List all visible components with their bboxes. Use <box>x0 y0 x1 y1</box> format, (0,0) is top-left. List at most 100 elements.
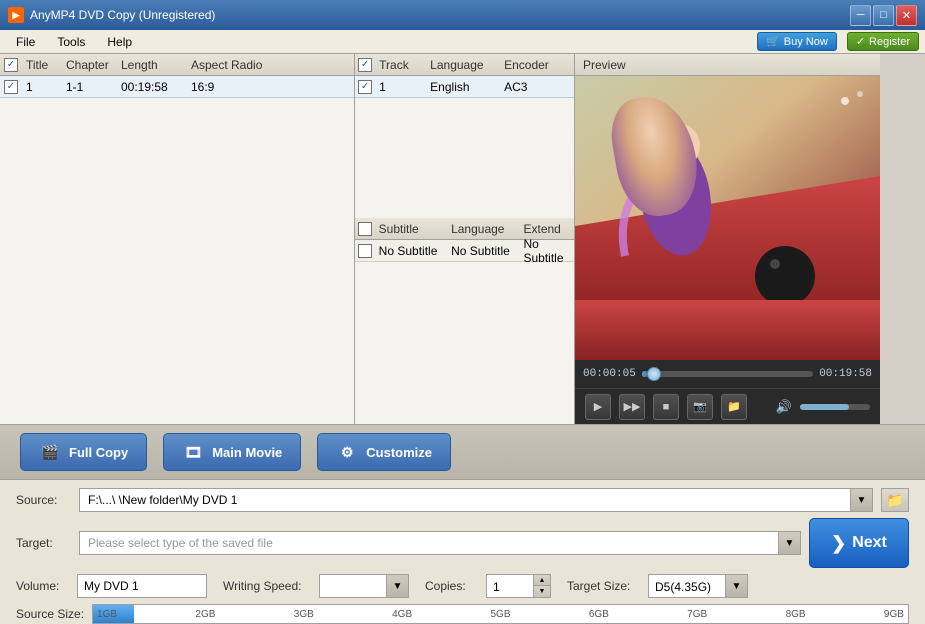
target-row: Target: Please select type of the saved … <box>16 518 909 568</box>
register-label: Register <box>869 36 910 48</box>
track-row[interactable]: 1 English AC3 <box>355 76 574 98</box>
target-combo-arrow[interactable]: ▼ <box>778 532 800 554</box>
copy-toolbar: 🎬 Full Copy 🎞 Main Movie ⚙ Customize <box>0 424 925 480</box>
col-header-sub-lang: Language <box>447 222 519 236</box>
preview-image <box>575 76 880 326</box>
row-length: 00:19:58 <box>117 80 187 94</box>
copies-spin-up[interactable]: ▲ <box>534 575 550 586</box>
next-label: Next <box>852 534 887 552</box>
app-icon: ▶ <box>8 7 24 23</box>
track-header-check[interactable] <box>358 58 372 72</box>
fast-forward-button[interactable]: ▶▶ <box>619 394 645 420</box>
full-copy-icon: 🎬 <box>39 441 61 463</box>
col-header-track: Track <box>375 58 426 72</box>
target-label: Target: <box>16 536 71 550</box>
source-combo-arrow[interactable]: ▼ <box>850 489 872 511</box>
col-header-extend: Extend <box>519 222 574 236</box>
row-title: 1 <box>22 80 62 94</box>
target-combo[interactable]: Please select type of the saved file ▼ <box>79 531 801 555</box>
register-icon: ✓ <box>856 35 865 48</box>
subtitle-row-extend: No Subtitle <box>519 237 574 265</box>
source-size-row: Source Size: 1GB 2GB 3GB 4GB 5GB 6GB 7GB… <box>16 604 909 624</box>
next-arrow-icon: ❯ <box>831 533 846 554</box>
volume-track[interactable] <box>800 404 870 410</box>
menu-tools[interactable]: Tools <box>47 33 95 51</box>
header-check-title[interactable] <box>4 58 18 72</box>
title-table-header: Title Chapter Length Aspect Radio <box>0 54 354 76</box>
writing-speed-combo[interactable]: ▼ <box>319 574 409 598</box>
menu-file[interactable]: File <box>6 33 45 51</box>
subtitle-row-lang: No Subtitle <box>447 244 519 258</box>
source-combo[interactable]: F:\...\ \New folder\My DVD 1 ▼ <box>79 488 873 512</box>
buy-now-button[interactable]: 🛒 Buy Now <box>757 32 837 51</box>
buy-now-label: Buy Now <box>784 36 828 48</box>
target-size-combo[interactable]: D5(4.35G) ▼ <box>648 574 748 598</box>
target-size-group: Target Size: D5(4.35G) ▼ <box>567 574 748 598</box>
track-row-num: 1 <box>375 80 426 94</box>
menu-bar: File Tools Help 🛒 Buy Now ✓ Register <box>0 30 925 54</box>
col-header-length: Length <box>117 58 187 72</box>
preview-time-end: 00:19:58 <box>819 368 872 380</box>
title-bar-left: ▶ AnyMP4 DVD Copy (Unregistered) <box>8 7 215 23</box>
table-row[interactable]: 1 1-1 00:19:58 16:9 <box>0 76 354 98</box>
volume-icon: 🔊 <box>776 399 792 415</box>
preview-panel: Preview <box>575 54 880 424</box>
subtitle-row[interactable]: No Subtitle No Subtitle No Subtitle <box>355 240 574 262</box>
copies-spinbox[interactable]: 1 ▲ ▼ <box>486 574 551 598</box>
customize-icon: ⚙ <box>336 441 358 463</box>
volume-fill <box>800 404 849 410</box>
main-movie-button[interactable]: 🎞 Main Movie <box>163 433 301 471</box>
track-row-enc: AC3 <box>500 80 574 94</box>
col-header-chapter: Chapter <box>62 58 117 72</box>
row-chapter: 1-1 <box>62 80 117 94</box>
source-folder-button[interactable]: 📁 <box>881 488 909 512</box>
preview-controls: ▶ ▶▶ ■ 📷 📁 🔊 <box>575 388 880 424</box>
title-table-panel: Title Chapter Length Aspect Radio 1 1-1 … <box>0 54 355 424</box>
size-bar-container: 1GB 2GB 3GB 4GB 5GB 6GB 7GB 8GB 9GB <box>92 604 909 624</box>
subtitle-section: Subtitle Language Extend No Subtitle No … <box>355 218 574 262</box>
col-header-aspect: Aspect Radio <box>187 58 277 72</box>
size-label-9gb: 9GB <box>884 609 904 620</box>
size-label-8gb: 8GB <box>786 609 806 620</box>
volume-label: Volume: <box>16 579 71 593</box>
menu-bar-left: File Tools Help <box>6 33 142 51</box>
col-header-track-enc: Encoder <box>500 58 574 72</box>
minimize-button[interactable]: ─ <box>850 5 871 26</box>
size-label-3gb: 3GB <box>294 609 314 620</box>
next-button[interactable]: ❯ Next <box>809 518 909 568</box>
preview-header: Preview <box>575 54 880 76</box>
stop-button[interactable]: ■ <box>653 394 679 420</box>
register-button[interactable]: ✓ Register <box>847 32 919 51</box>
progress-track[interactable] <box>642 371 813 377</box>
writing-speed-label: Writing Speed: <box>223 579 313 593</box>
copies-spin-down[interactable]: ▼ <box>534 586 550 597</box>
preview-time-start: 00:00:05 <box>583 368 636 380</box>
full-copy-button[interactable]: 🎬 Full Copy <box>20 433 147 471</box>
writing-speed-arrow[interactable]: ▼ <box>386 575 408 597</box>
right-section: Track Language Encoder 1 English AC3 Sub… <box>355 54 925 424</box>
source-value: F:\...\ \New folder\My DVD 1 <box>88 493 864 507</box>
screenshot-button[interactable]: 📷 <box>687 394 713 420</box>
track-panel: Track Language Encoder 1 English AC3 Sub… <box>355 54 575 424</box>
progress-thumb[interactable] <box>647 367 661 381</box>
close-button[interactable]: ✕ <box>896 5 917 26</box>
app-title: AnyMP4 DVD Copy (Unregistered) <box>30 8 215 22</box>
col-header-title: Title <box>22 58 62 72</box>
subtitle-header-check[interactable] <box>358 222 372 236</box>
play-button[interactable]: ▶ <box>585 394 611 420</box>
preview-time-bar: 00:00:05 00:19:58 <box>575 360 880 388</box>
track-row-check[interactable] <box>358 80 372 94</box>
subtitle-row-check[interactable] <box>358 244 372 258</box>
bottom-settings: Source: F:\...\ \New folder\My DVD 1 ▼ 📁… <box>0 480 925 624</box>
size-label-4gb: 4GB <box>392 609 412 620</box>
folder-open-button[interactable]: 📁 <box>721 394 747 420</box>
cart-icon: 🛒 <box>766 35 780 48</box>
volume-input[interactable] <box>77 574 207 598</box>
maximize-button[interactable]: □ <box>873 5 894 26</box>
menu-help[interactable]: Help <box>97 33 142 51</box>
row-check-1[interactable] <box>4 80 18 94</box>
customize-button[interactable]: ⚙ Customize <box>317 433 451 471</box>
size-label-2gb: 2GB <box>195 609 215 620</box>
source-row: Source: F:\...\ \New folder\My DVD 1 ▼ 📁 <box>16 488 909 512</box>
target-size-arrow[interactable]: ▼ <box>725 575 747 597</box>
